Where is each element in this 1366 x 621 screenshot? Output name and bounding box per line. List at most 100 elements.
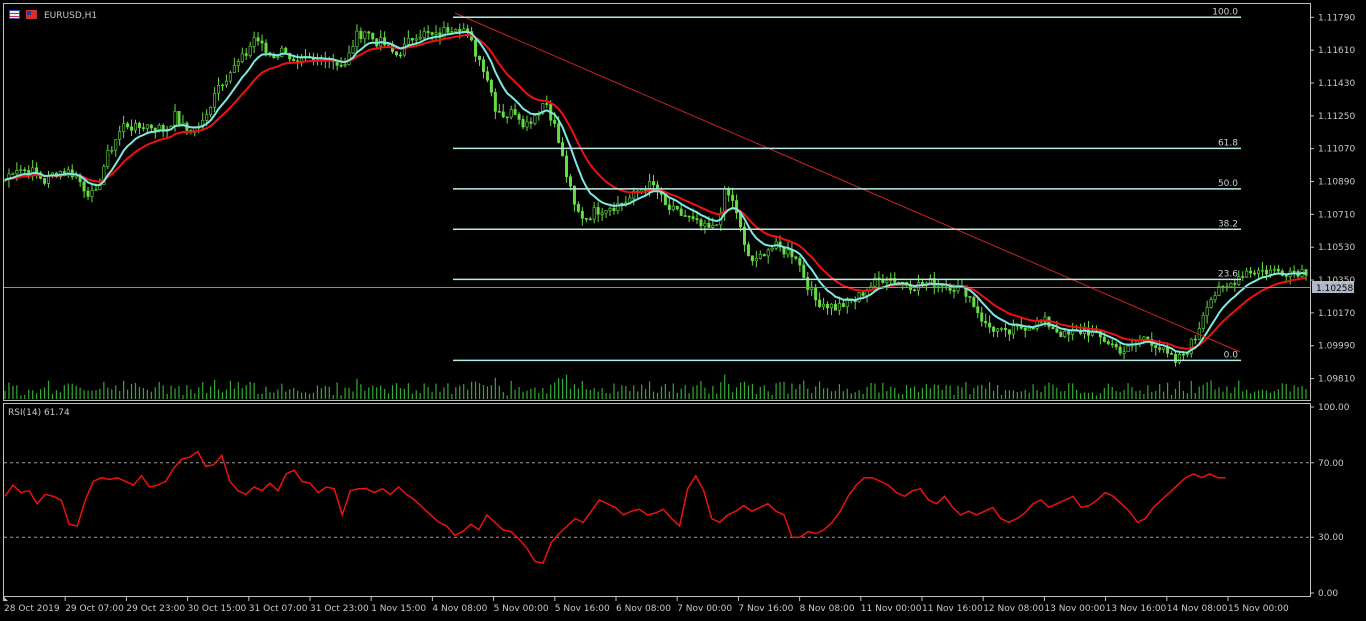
candlestick-series [3,21,1308,367]
candle-body [1055,328,1059,333]
candle-body [996,328,1000,332]
candle-body [521,119,525,128]
candle-body [1213,295,1217,301]
candle-body [679,208,683,216]
candle-body [588,218,592,221]
candle-body [398,54,402,57]
candle-body [584,217,588,220]
candle-body [1114,344,1118,348]
candle-body [82,181,86,192]
candle-body [818,299,822,307]
candle-body [604,210,608,214]
candle-body [703,222,707,227]
candle-body [861,292,865,296]
candle-body [580,211,584,219]
candle-body [980,312,984,322]
candle-body [220,84,224,87]
candle-body [1261,269,1265,272]
time-tick-label: 4 Nov 08:00 [432,604,487,614]
candle-body [1284,275,1288,277]
candle-body [1185,353,1189,355]
candle-body [568,176,572,187]
candle-body [402,43,406,56]
candle-body [137,122,141,128]
candle-body [1201,315,1205,329]
rsi-frame [3,403,1311,597]
candle-body [481,59,485,72]
candle-body [94,189,98,191]
candle-body [300,57,304,62]
candle-body [1000,327,1004,330]
candle-body [1051,326,1055,330]
time-tick-label: 6 Nov 08:00 [616,604,671,614]
candle-body [1166,347,1170,354]
candle-body [493,92,497,112]
candle-body [434,32,438,35]
candle-body [205,114,209,121]
chart-canvas[interactable]: 100.061.850.038.223.60.0 1.10258 1.11790… [0,0,1366,621]
candle-body [1106,341,1110,345]
candle-body [1003,327,1007,331]
candle-body [106,150,110,167]
candle-body [256,37,260,42]
candle-body [367,31,371,34]
time-axis: 28 Oct 2019 29 Oct 07:00 29 Oct 23:00 30 Oc… [3,597,1289,614]
candle-body [130,126,134,131]
candle-body [794,256,798,259]
candle-body [126,123,130,128]
candle-body [699,219,703,227]
candle-body [671,205,675,210]
candle-body [691,216,695,219]
candle-body [450,31,454,33]
candle-body [418,37,422,40]
candle-body [786,249,790,255]
candle-body [529,121,533,124]
candle-body [1011,325,1015,335]
candle-body [829,303,833,309]
candle-body [616,202,620,211]
time-tick-label: 28 Oct 2019 [4,604,60,614]
candle-body [422,31,426,38]
candle-body [576,204,580,212]
candle-body [114,139,118,151]
rsi-tick-label: 70.00 [1318,459,1344,469]
candle-body [913,289,917,292]
time-tick-label: 30 Oct 15:00 [188,604,247,614]
price-tick-label: 1.09810 [1318,375,1355,385]
candle-body [248,45,252,56]
candle-body [485,71,489,81]
candle-body [406,37,410,45]
candle-body [814,286,818,301]
candle-body [1031,327,1035,330]
candle-body [798,258,802,266]
candle-body [675,205,679,210]
candle-body [217,85,221,94]
candle-body [383,37,387,46]
candle-body [513,109,517,115]
candle-body [837,303,841,311]
candle-body [992,326,996,332]
candle-body [533,115,537,124]
candle-body [343,64,347,66]
candle-body [236,61,240,66]
rsi-axis: 100.00 70.00 30.00 0.00 [1310,403,1350,599]
candle-body [414,38,418,41]
rsi-indicator-label: RSI(14) 61.74 [8,408,70,418]
candle-body [359,30,363,39]
candle-body [1181,353,1185,356]
candle-body [1126,345,1130,353]
candle-body [351,46,355,54]
candle-body [561,142,565,157]
candle-body [497,111,501,113]
candle-body [1253,272,1257,275]
candle-body [557,123,561,143]
candle-body [746,244,750,257]
candle-body [1257,270,1261,275]
candle-body [501,111,505,118]
price-tick-label: 1.11430 [1318,79,1355,89]
fib-level-label: 50.0 [1218,179,1238,189]
candle-body [731,194,735,201]
candle-body [841,303,845,308]
candle-body [565,155,569,178]
fib-level-label: 38.2 [1218,219,1238,229]
